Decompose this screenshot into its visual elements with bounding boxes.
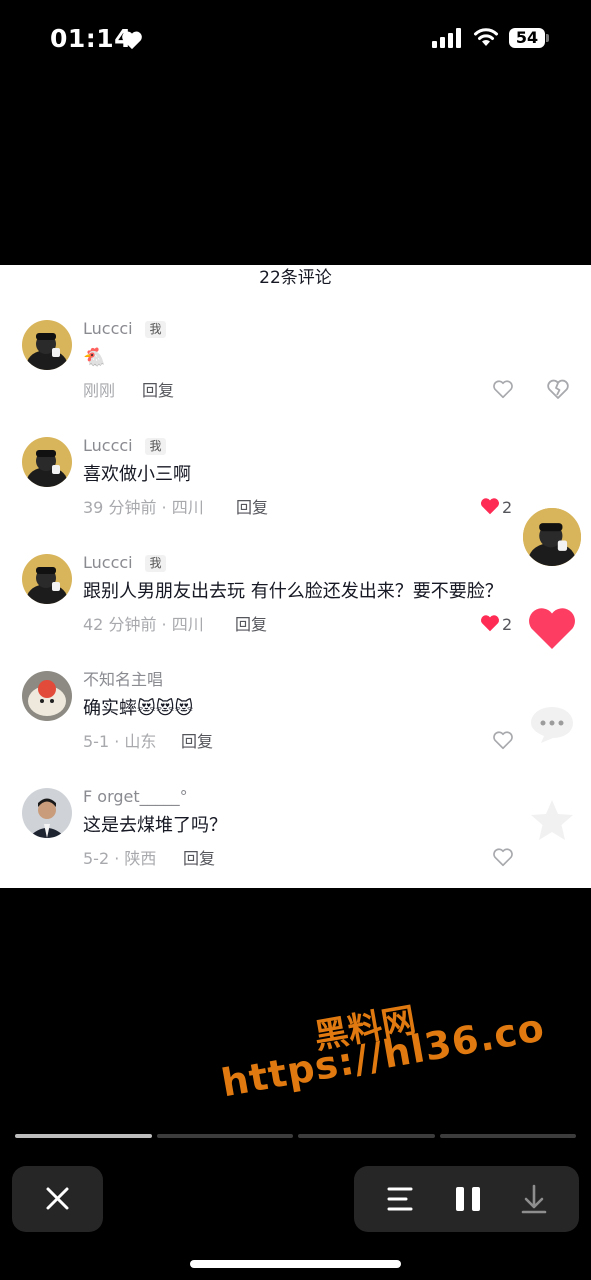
me-tag: 我 [145,321,166,338]
comment-meta: 42 分钟前 · 四川 [83,615,204,634]
comment-text: 确实蟀😻😻😻 [83,698,194,719]
dislike-icon[interactable] [546,378,570,400]
avatar[interactable] [22,320,72,370]
comment-item: Luccci 我 喜欢做小三啊 39 分钟前 · 四川 回复 2 [0,435,591,547]
comment-meta: 刚刚 [83,381,116,400]
battery-indicator: 54 [509,28,545,48]
progress-segment [439,1134,576,1138]
video-favorite-count: 9 [547,852,557,868]
like-filled-icon[interactable] [479,612,501,634]
status-time: 01:14 [50,24,133,53]
video-like-count: 139 [538,660,566,676]
comment-icon[interactable] [528,704,576,744]
comment-text: 🐔 [83,347,106,368]
close-icon [46,1187,69,1210]
comment-username[interactable]: F orget_____° [83,786,188,808]
home-indicator [190,1260,401,1268]
wifi-icon [474,28,498,46]
comment-item: F orget_____° 这是去煤堆了吗？ 5-2 · 陕西 回复 [0,786,591,888]
align-lines-icon [387,1187,413,1211]
like-count: 2 [502,615,513,634]
battery-tip [546,34,549,42]
comment-text: 跟别人男朋友出去玩 有什么脸还发出来？要不要脸？ [83,581,503,602]
progress-segment [156,1134,293,1138]
pause-button[interactable] [438,1166,498,1232]
download-button[interactable] [504,1166,564,1232]
comment-text: 喜欢做小三啊 [83,464,191,485]
comment-meta: 5-2 · 陕西 [83,849,157,868]
avatar-image [22,554,72,604]
comment-meta: 5-1 · 山东 [83,732,157,751]
story-progress [15,1134,576,1138]
me-tag: 我 [145,555,166,572]
avatar-image [22,320,72,370]
progress-segment [15,1134,152,1138]
comment-item: Luccci 我 跟别人男朋友出去玩 有什么脸还发出来？要不要脸？ 42 分钟前… [0,552,591,664]
avatar[interactable] [22,437,72,487]
reply-button[interactable]: 回复 [235,614,267,636]
comment-item: 不知名主唱 确实蟀😻😻😻 5-1 · 山东 回复 [0,669,591,781]
creator-avatar[interactable] [521,506,583,568]
like-outline-icon[interactable] [492,729,514,751]
signal-icon [432,28,461,48]
avatar[interactable] [22,788,72,838]
like-outline-icon[interactable] [492,846,514,868]
comment-sheet: 22条评论 Luccci 我 🐔 刚刚 回复 Luccci 我 喜欢做小三啊 3… [0,265,591,888]
comment-item: Luccci 我 🐔 刚刚 回复 [0,318,591,430]
avatar-image [22,788,72,838]
reply-button[interactable]: 回复 [236,497,268,519]
avatar[interactable] [22,554,72,604]
pause-icon [456,1187,480,1211]
avatar-image [22,671,72,721]
reply-button[interactable]: 回复 [183,848,215,870]
like-count: 2 [502,498,513,517]
media-controls [354,1166,579,1232]
text-align-button[interactable] [370,1166,430,1232]
close-button[interactable] [12,1166,103,1232]
comment-username[interactable]: Luccci [83,552,133,574]
reply-button[interactable]: 回复 [181,731,213,753]
like-video-icon[interactable] [527,605,577,651]
avatar-image [22,437,72,487]
like-filled-icon[interactable] [479,495,501,517]
video-comment-count: 82 [543,755,561,771]
progress-segment [298,1134,435,1138]
me-tag: 我 [145,438,166,455]
comment-username[interactable]: Luccci [83,435,133,457]
comment-meta: 39 分钟前 · 四川 [83,498,204,517]
like-outline-icon[interactable] [492,378,514,400]
comment-username[interactable]: Luccci [83,318,133,340]
star-icon[interactable] [528,798,576,844]
creator-avatar-image [523,508,581,566]
avatar[interactable] [22,671,72,721]
comment-text: 这是去煤堆了吗？ [83,815,227,836]
reply-button[interactable]: 回复 [142,380,174,402]
heart-icon [122,31,142,50]
status-bar: 01:14 54 [0,0,591,80]
comment-username[interactable]: 不知名主唱 [83,669,163,691]
download-icon [521,1184,547,1214]
comment-count-title: 22条评论 [259,268,332,288]
